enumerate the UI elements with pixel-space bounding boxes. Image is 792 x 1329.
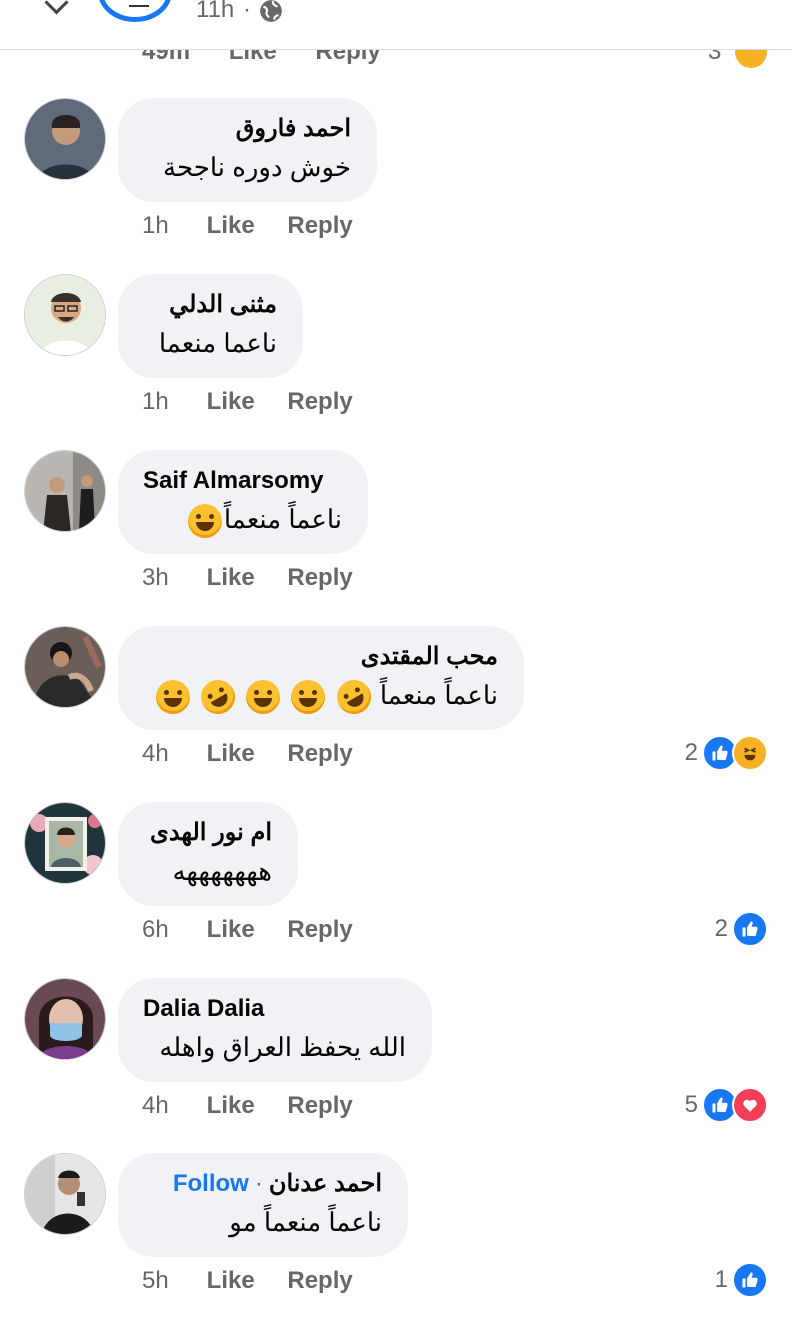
reply-button[interactable]: Reply — [287, 1092, 352, 1119]
sweat-smile-emoji-icon — [246, 680, 281, 715]
comment-text: ناعماً منعماً مو — [229, 1207, 382, 1237]
reply-button[interactable]: Reply — [287, 740, 352, 767]
avatar[interactable] — [24, 450, 106, 532]
reaction-summary[interactable]: 5 — [684, 1087, 768, 1123]
reply-button[interactable]: Reply — [287, 564, 352, 591]
reaction-count: 5 — [684, 1091, 698, 1118]
comment-bubble: Follow · احمد عدنان ناعماً منعماً مو — [118, 1153, 408, 1257]
like-button[interactable]: Like — [207, 1092, 255, 1120]
commenter-name[interactable]: Dalia Dalia — [143, 992, 406, 1026]
comment-meta: 3h Like Reply — [142, 564, 353, 592]
like-button[interactable]: Like — [207, 212, 255, 240]
avatar[interactable] — [24, 1153, 106, 1235]
love-reaction-icon — [732, 1087, 768, 1123]
comment-meta: 1h Like Reply — [142, 388, 353, 416]
post-time: 11h — [196, 0, 235, 23]
comment-text: ناعماً منعماً — [379, 680, 498, 710]
comment-meta: 4h Like Reply — [142, 740, 353, 768]
like-button[interactable]: Like — [207, 564, 255, 592]
avatar[interactable] — [24, 626, 106, 708]
comment-bubble: احمد فاروق خوش دوره ناجحة — [118, 98, 377, 202]
commenter-name[interactable]: محب المقتدى — [143, 640, 498, 674]
comment-meta: 6h Like Reply — [142, 916, 353, 944]
haha-reaction-icon — [732, 735, 768, 771]
commenter-name[interactable]: احمد فاروق — [143, 112, 351, 146]
comment-text: ناعما منعما — [158, 328, 277, 358]
reaction-summary[interactable]: 2 — [714, 911, 768, 947]
comment-bubble: ام نور الهدى هههههههه — [118, 802, 298, 906]
like-button[interactable]: Like — [207, 1267, 255, 1295]
globe-icon — [260, 0, 282, 22]
avatar[interactable] — [24, 978, 106, 1060]
comment-time: 4h — [142, 740, 169, 767]
comment-time: 4h — [142, 1092, 169, 1119]
comment-time: 6h — [142, 916, 169, 943]
comment-text: خوش دوره ناجحة — [163, 152, 351, 182]
like-button[interactable]: Like — [207, 916, 255, 944]
comment-time: 5h — [142, 1267, 169, 1294]
comment-bubble: Saif Almarsomy ناعماً منعماً — [118, 450, 368, 554]
comment: Follow · احمد عدنان ناعماً منعماً مو 5h Li… — [0, 1153, 792, 1329]
reply-button[interactable]: Reply — [287, 916, 352, 943]
comment-meta: 4h Like Reply — [142, 1092, 353, 1120]
rofl-emoji-icon — [194, 673, 242, 721]
reaction-summary[interactable]: 2 — [684, 735, 768, 771]
sweat-smile-emoji-icon — [291, 680, 326, 715]
like-reaction-icon — [732, 911, 768, 947]
comment-text-line: ناعماً منعماً — [143, 673, 498, 721]
commenter-name[interactable]: ام نور الهدى — [143, 816, 272, 850]
follow-button[interactable]: Follow — [173, 1170, 249, 1197]
top-bar: 11h · — [0, 0, 792, 50]
comment-bubble: Dalia Dalia الله يحفظ العراق واهله — [118, 978, 432, 1082]
comment: Saif Almarsomy ناعماً منعماً 3h Like Rep… — [0, 450, 792, 626]
comment-text: هههههههه — [172, 856, 272, 886]
comment: محب المقتدى ناعماً منعماً 4h Like Reply … — [0, 626, 792, 802]
comment-bubble: محب المقتدى ناعماً منعماً — [118, 626, 524, 730]
comment-bubble: مثنى الدلي ناعما منعما — [118, 274, 303, 378]
back-chevron-icon[interactable] — [44, 0, 69, 15]
avatar[interactable] — [24, 98, 106, 180]
like-button[interactable]: Like — [207, 740, 255, 768]
reaction-count: 1 — [714, 1266, 728, 1293]
commenter-name[interactable]: Saif Almarsomy — [143, 464, 342, 498]
comment: Dalia Dalia الله يحفظ العراق واهله 4h Li… — [0, 978, 792, 1154]
sweat-smile-emoji-icon — [187, 504, 222, 539]
reply-button[interactable]: Reply — [287, 1267, 352, 1294]
sweat-smile-emoji-icon — [155, 680, 190, 715]
comment: ام نور الهدى هههههههه 6h Like Reply 2 — [0, 802, 792, 978]
page-avatar[interactable] — [98, 0, 172, 22]
comment-text-line: ناعماً منعماً — [143, 498, 342, 540]
reaction-count: 2 — [714, 915, 728, 942]
separator-dot: · — [254, 1170, 263, 1197]
comment-meta: 1h Like Reply — [142, 212, 353, 240]
comment-text: ناعماً منعماً — [223, 504, 342, 534]
comment-text: الله يحفظ العراق واهله — [159, 1032, 406, 1062]
like-button[interactable]: Like — [207, 388, 255, 416]
separator-dot: · — [243, 0, 251, 23]
reaction-summary[interactable]: 1 — [714, 1262, 768, 1298]
commenter-name[interactable]: مثنى الدلي — [143, 288, 277, 322]
commenter-header: Follow · احمد عدنان — [143, 1167, 382, 1201]
reply-button[interactable]: Reply — [287, 388, 352, 415]
reaction-count: 2 — [684, 739, 698, 766]
comment-meta: 5h Like Reply — [142, 1267, 353, 1295]
reply-button[interactable]: Reply — [287, 212, 352, 239]
comment: احمد فاروق خوش دوره ناجحة 1h Like Reply — [0, 98, 792, 274]
avatar[interactable] — [24, 274, 106, 356]
comment-time: 3h — [142, 564, 169, 591]
avatar[interactable] — [24, 802, 106, 884]
commenter-name[interactable]: احمد عدنان — [269, 1170, 382, 1197]
comment-time: 1h — [142, 388, 169, 415]
rofl-emoji-icon — [330, 673, 377, 721]
comment: مثنى الدلي ناعما منعما 1h Like Reply — [0, 274, 792, 450]
comment-time: 1h — [142, 212, 169, 239]
like-reaction-icon — [732, 1262, 768, 1298]
